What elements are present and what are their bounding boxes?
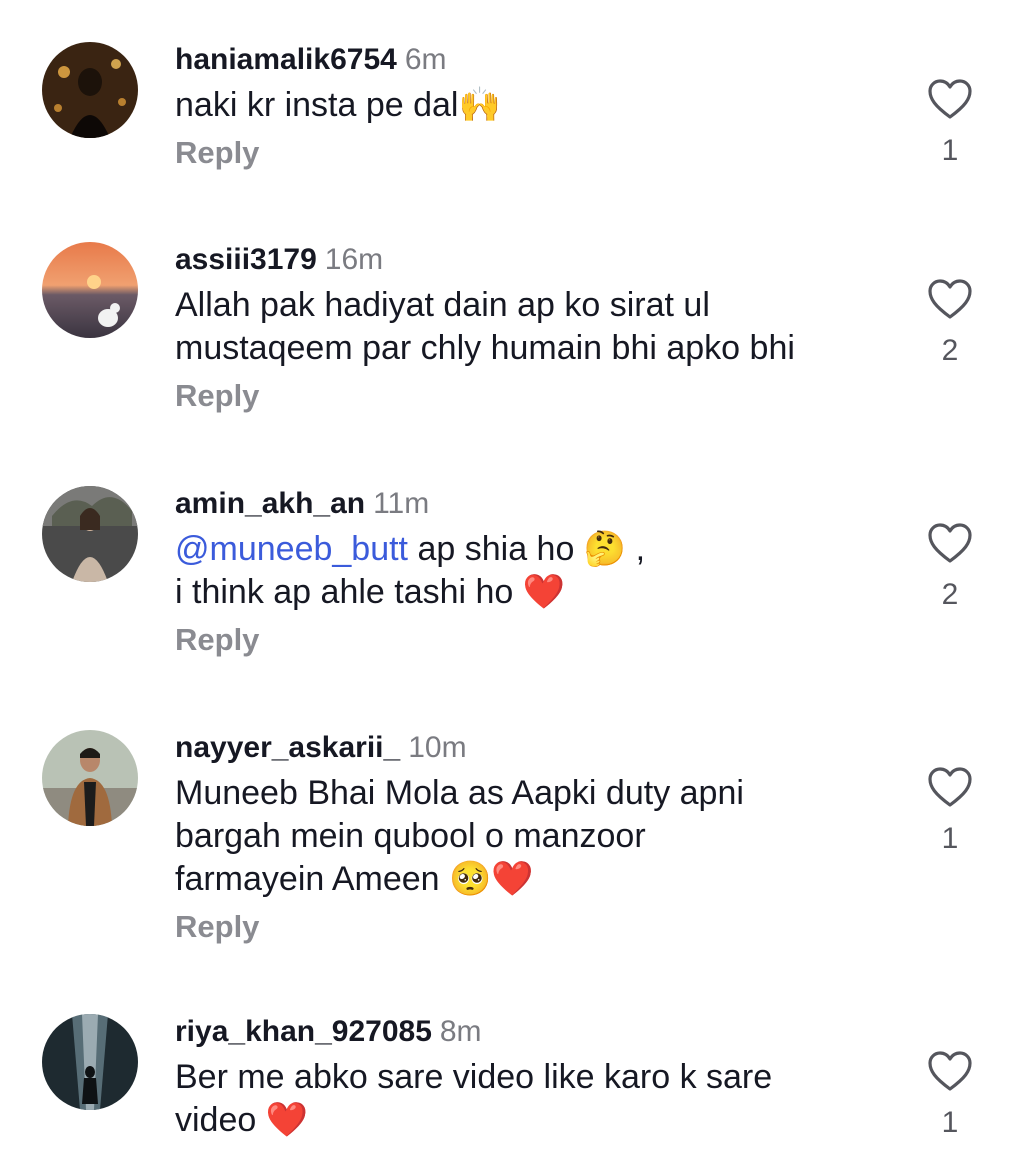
- heart-icon[interactable]: [927, 1050, 973, 1092]
- username[interactable]: amin_akh_an: [175, 487, 365, 520]
- avatar[interactable]: [42, 486, 138, 582]
- like-count: 2: [941, 578, 959, 611]
- reply-button[interactable]: Reply: [175, 135, 895, 171]
- timestamp: 6m: [404, 43, 447, 76]
- username[interactable]: riya_khan_927085: [175, 1015, 432, 1048]
- avatar[interactable]: [42, 1014, 138, 1110]
- comment-text: naki kr insta pe dal🙌: [175, 85, 501, 125]
- heart-icon[interactable]: [927, 522, 973, 564]
- avatar[interactable]: [42, 242, 138, 338]
- heart-emoji: ❤️: [265, 1100, 309, 1140]
- reply-button[interactable]: Reply: [175, 378, 895, 414]
- heart-emoji: ❤️: [522, 572, 566, 612]
- like-count: 1: [941, 822, 959, 855]
- thinking-emoji: 🤔: [583, 529, 627, 569]
- avatar[interactable]: [42, 42, 138, 138]
- heart-icon[interactable]: [927, 766, 973, 808]
- like-count: 2: [941, 334, 959, 367]
- avatar[interactable]: [42, 730, 138, 826]
- username[interactable]: nayyer_askarii_: [175, 731, 400, 764]
- comment-text: Ber me abko sare video like karo k sare …: [175, 1058, 773, 1140]
- timestamp: 16m: [324, 243, 384, 276]
- mention-link[interactable]: @muneeb_butt: [175, 530, 408, 568]
- reply-button[interactable]: Reply: [175, 909, 895, 945]
- timestamp: 8m: [439, 1015, 482, 1048]
- comment-text: Muneeb Bhai Mola as Aapki duty apni barg…: [175, 774, 744, 899]
- heart-icon[interactable]: [927, 278, 973, 320]
- timestamp: 11m: [373, 487, 430, 520]
- reply-button[interactable]: Reply: [175, 622, 895, 658]
- raising-hands-emoji: 🙌: [458, 85, 501, 125]
- username[interactable]: assiii3179: [175, 243, 317, 276]
- comment-text: @muneeb_butt ap shia ho 🤔 , i think ap a…: [175, 529, 646, 612]
- like-count: 1: [941, 134, 959, 167]
- comment-text: Allah pak hadiyat dain ap ko sirat ul mus…: [175, 286, 795, 367]
- pleading-heart-emoji: 🥺❤️: [449, 859, 534, 899]
- heart-icon[interactable]: [927, 78, 973, 120]
- timestamp: 10m: [408, 731, 467, 764]
- username[interactable]: haniamalik6754: [175, 43, 397, 76]
- like-count: 1: [941, 1106, 959, 1139]
